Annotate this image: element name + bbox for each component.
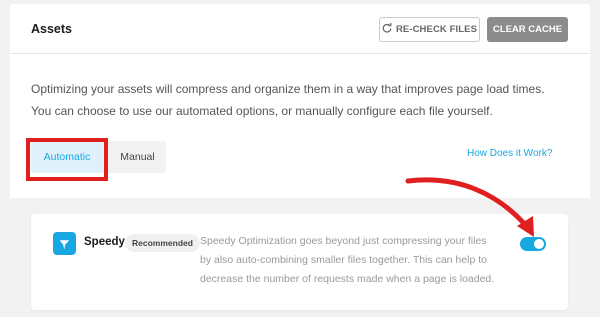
recommended-badge: Recommended: [125, 234, 200, 252]
assets-description: Optimizing your assets will compress and…: [31, 82, 545, 118]
options-area: Speedy Recommended Speedy Optimization g…: [10, 198, 590, 317]
speedy-description: Speedy Optimization goes beyond just com…: [200, 235, 495, 285]
toggle-knob: [534, 239, 544, 249]
recheck-files-button[interactable]: RE-CHECK FILES: [379, 17, 480, 42]
how-does-it-work-link[interactable]: How Does it Work?: [467, 148, 552, 159]
recheck-files-label: RE-CHECK FILES: [395, 24, 478, 35]
tab-manual[interactable]: Manual: [109, 141, 166, 173]
panel-header: Assets RE-CHECK FILES CLEAR CACHE: [10, 4, 590, 54]
speedy-title: Speedy: [84, 236, 125, 248]
assets-panel: Assets RE-CHECK FILES CLEAR CACHE Optimi…: [10, 4, 590, 317]
speedy-option-card: Speedy Recommended Speedy Optimization g…: [31, 214, 568, 310]
page-title: Assets: [31, 22, 72, 36]
annotation-highlight-box: [26, 138, 108, 181]
refresh-icon: [382, 23, 392, 36]
speedy-toggle[interactable]: [520, 237, 546, 251]
speedy-logo-icon: [53, 232, 76, 255]
clear-cache-button[interactable]: CLEAR CACHE: [487, 17, 568, 42]
